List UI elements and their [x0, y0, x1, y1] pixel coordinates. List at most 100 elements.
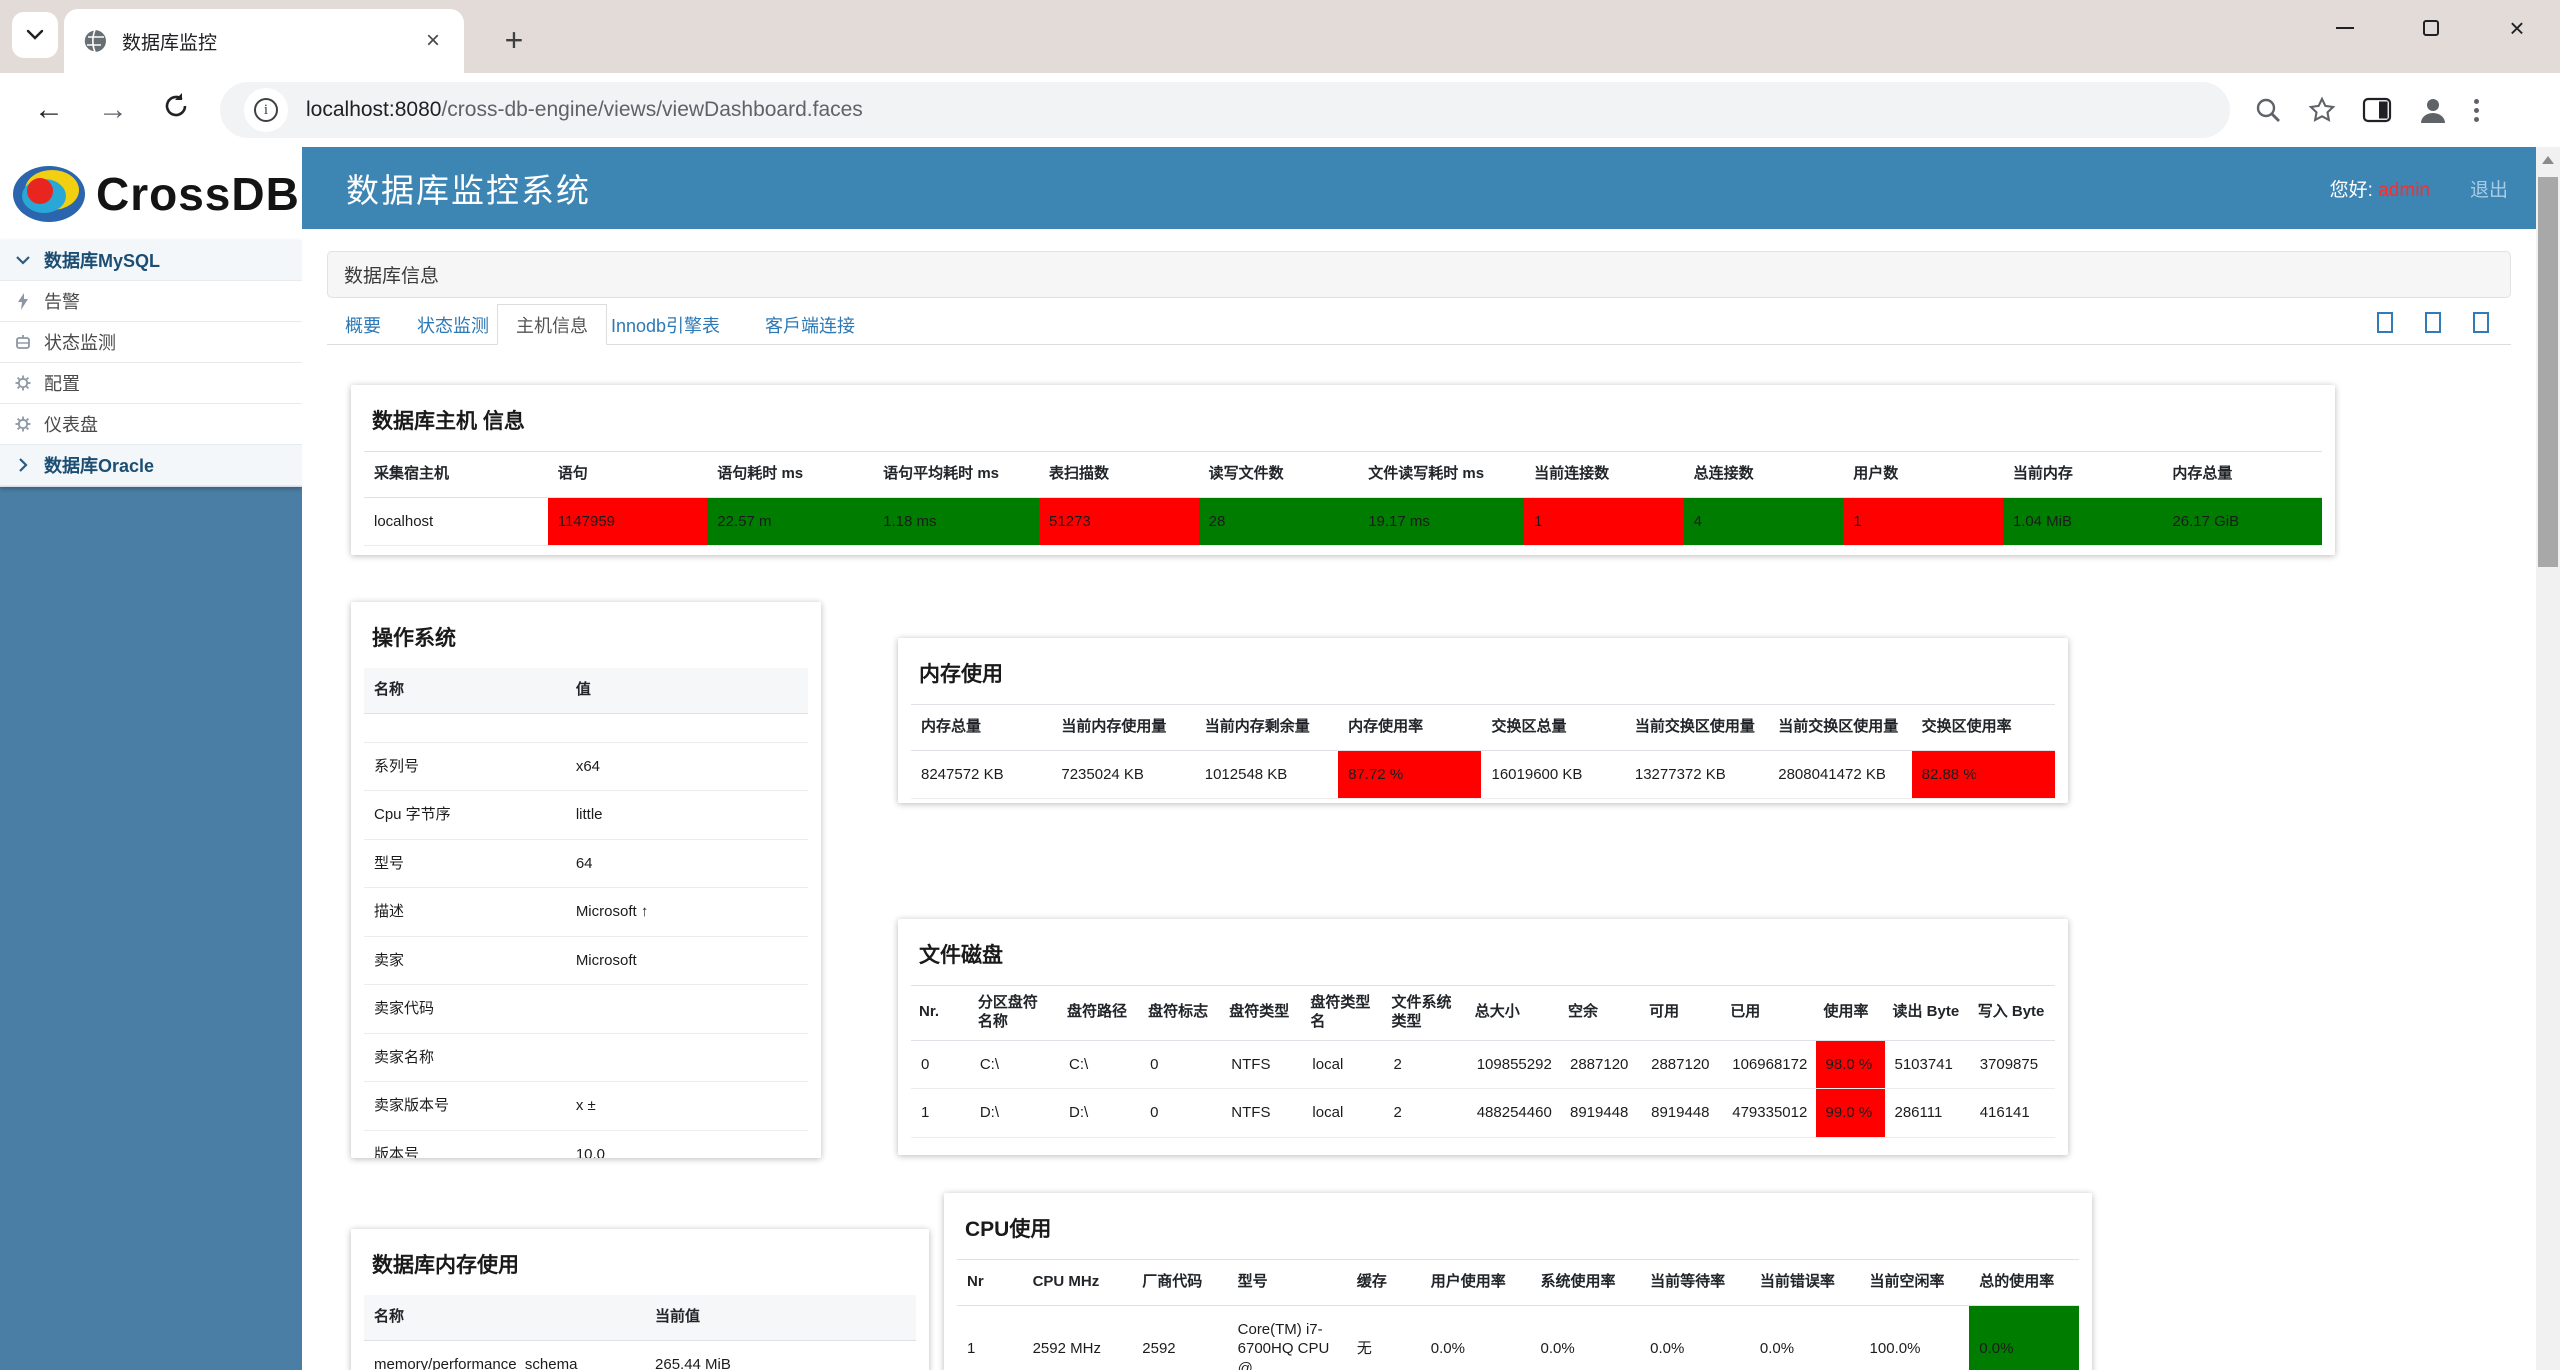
- table-cell: 描述: [364, 888, 566, 937]
- section-title: CPU使用: [965, 1213, 2079, 1243]
- back-button[interactable]: ←: [34, 93, 64, 127]
- bookmark-star-icon[interactable]: [2308, 96, 2336, 124]
- column-header: 盘符类型: [1221, 986, 1302, 1041]
- column-header: 采集宿主机: [364, 452, 548, 498]
- db-memory-table: 名称当前值memory/performance_schema265.44 MiB: [364, 1295, 916, 1370]
- sidebar-item-status-monitor[interactable]: 状态监测: [0, 322, 302, 363]
- table-row: 版本号10.0: [364, 1130, 808, 1158]
- address-bar[interactable]: i localhost:8080/cross-db-engine/views/v…: [220, 82, 2230, 138]
- column-header: 读出 Byte: [1885, 986, 1970, 1041]
- table-header-row: NrCPU MHz厂商代码型号缓存用户使用率系统使用率当前等待率当前错误率当前空…: [957, 1260, 2079, 1306]
- column-header: 内存总量: [911, 705, 1051, 751]
- browser-tab[interactable]: 数据库监控 ×: [64, 9, 464, 73]
- table-cell: local: [1302, 1040, 1383, 1089]
- sidebar-item-label: 仪表盘: [44, 411, 98, 437]
- browser-menu-icon[interactable]: [2474, 99, 2479, 122]
- table-cell: 0.0%: [1530, 1305, 1640, 1370]
- unknown-glyph-icon[interactable]: [2425, 312, 2441, 333]
- new-tab-button[interactable]: +: [492, 18, 536, 62]
- window-close-button[interactable]: ×: [2474, 0, 2560, 56]
- sidebar-group-label: 数据库Oracle: [44, 452, 154, 478]
- sidebar-item-config[interactable]: 配置: [0, 363, 302, 404]
- column-header: 名称: [364, 1295, 645, 1340]
- sidebar-item-dashboard[interactable]: 仪表盘: [0, 404, 302, 445]
- sidebar-menu: 数据库MySQL 告警 状态监测 配置 仪表盘 数据库Oracle: [0, 240, 302, 487]
- lightning-icon: [14, 293, 32, 310]
- table-cell: Core(TM) i7-6700HQ CPU @: [1228, 1305, 1347, 1370]
- table-cell: 2887120: [1560, 1040, 1641, 1089]
- table-cell: [566, 1033, 808, 1082]
- reload-button[interactable]: [162, 92, 190, 128]
- tab-host-info[interactable]: 主机信息: [497, 304, 607, 345]
- table-header-row: 名称当前值: [364, 1295, 916, 1340]
- table-cell: 0: [1140, 1089, 1221, 1138]
- column-header: 型号: [1228, 1260, 1347, 1306]
- section-title: 文件磁盘: [919, 939, 2055, 969]
- sidebar-item-alerts[interactable]: 告警: [0, 281, 302, 322]
- table-row: 卖家Microsoft: [364, 936, 808, 985]
- tab-client-connections[interactable]: 客戶端连接: [747, 304, 873, 345]
- table-cell: 0.0%: [1750, 1305, 1860, 1370]
- disk-card: 文件磁盘 Nr.分区盘符名称盘符路径盘符标志盘符类型盘符类型名文件系统类型总大小…: [898, 919, 2068, 1155]
- column-header: 当前内存剩余量: [1195, 705, 1338, 751]
- scrollbar-up-arrow[interactable]: [2536, 147, 2560, 173]
- table-cell: 卖家版本号: [364, 1082, 566, 1131]
- sidebar-group-mysql[interactable]: 数据库MySQL: [0, 240, 302, 281]
- sidebar-group-oracle[interactable]: 数据库Oracle: [0, 445, 302, 486]
- site-info-button[interactable]: i: [244, 88, 288, 132]
- table-cell: 479335012: [1722, 1089, 1815, 1138]
- table-row: 卖家版本号x ±: [364, 1082, 808, 1131]
- table-cell: 22.57 m: [707, 497, 873, 546]
- panel-title: 数据库信息: [327, 251, 2511, 298]
- window-minimize-button[interactable]: [2302, 0, 2388, 56]
- table-cell: 1012548 KB: [1195, 750, 1338, 799]
- tab-close-button[interactable]: ×: [420, 27, 446, 55]
- host_info-table: 采集宿主机语句语句耗时 ms语句平均耗时 ms表扫描数读写文件数文件读写耗时 m…: [364, 451, 2322, 546]
- column-header: 文件系统类型: [1384, 986, 1467, 1041]
- table-cell: 1.04 MiB: [2003, 497, 2163, 546]
- forward-button[interactable]: →: [98, 93, 128, 127]
- tab-overview[interactable]: 概要: [327, 304, 399, 345]
- table-cell: 0: [1140, 1040, 1221, 1089]
- unknown-glyph-icon[interactable]: [2473, 312, 2489, 333]
- column-header: 语句: [548, 452, 708, 498]
- table-cell: 2592: [1132, 1305, 1227, 1370]
- table-cell: Microsoft: [566, 936, 808, 985]
- table-cell: 1: [911, 1089, 970, 1138]
- column-header: 内存总量: [2162, 452, 2322, 498]
- table-header-row: 采集宿主机语句语句耗时 ms语句平均耗时 ms表扫描数读写文件数文件读写耗时 m…: [364, 452, 2322, 498]
- column-header: 分区盘符名称: [970, 986, 1059, 1041]
- logout-link[interactable]: 退出: [2470, 175, 2508, 202]
- page-scrollbar[interactable]: [2536, 147, 2560, 1370]
- tab-status-monitor[interactable]: 状态监测: [399, 304, 507, 345]
- column-header: 用户使用率: [1421, 1260, 1531, 1306]
- app-header: 数据库监控系统 您好: admin 退出: [302, 147, 2536, 229]
- cpu-table: NrCPU MHz厂商代码型号缓存用户使用率系统使用率当前等待率当前错误率当前空…: [957, 1259, 2079, 1370]
- zoom-icon[interactable]: [2254, 96, 2282, 124]
- tab-innodb[interactable]: Innodb引擎表: [593, 304, 738, 345]
- column-header: Nr: [957, 1260, 1023, 1306]
- table-cell: 版本号: [364, 1130, 566, 1158]
- column-header: 总的使用率: [1969, 1260, 2079, 1306]
- table-row: 系列号x64: [364, 742, 808, 791]
- column-header: CPU MHz: [1023, 1260, 1133, 1306]
- scrollbar-thumb[interactable]: [2538, 177, 2558, 567]
- side-panel-icon[interactable]: [2362, 96, 2392, 124]
- column-header: 系统使用率: [1530, 1260, 1640, 1306]
- table-cell: 488254460: [1467, 1089, 1560, 1138]
- tab-search-chevron-button[interactable]: [12, 12, 58, 58]
- window-maximize-button[interactable]: [2388, 0, 2474, 56]
- table-cell: 8919448: [1641, 1089, 1722, 1138]
- cpu-table: NrCPU MHz厂商代码型号缓存用户使用率系统使用率当前等待率当前错误率当前空…: [957, 1259, 2079, 1370]
- column-header: 使用率: [1816, 986, 1885, 1041]
- column-header: 语句平均耗时 ms: [873, 452, 1039, 498]
- table-cell: 1: [1843, 497, 2003, 546]
- section-title: 数据库主机 信息: [372, 405, 2322, 435]
- header-user-area: 您好: admin 退出: [2330, 147, 2508, 229]
- section-title: 数据库内存使用: [372, 1249, 916, 1279]
- table-cell: 8247572 KB: [911, 750, 1051, 799]
- logo-text: CrossDB: [96, 167, 300, 221]
- unknown-glyph-icon[interactable]: [2377, 312, 2393, 333]
- profile-avatar-icon[interactable]: [2418, 95, 2448, 125]
- memory-table: 内存总量当前内存使用量当前内存剩余量内存使用率交换区总量当前交换区使用量当前交换…: [911, 704, 2055, 799]
